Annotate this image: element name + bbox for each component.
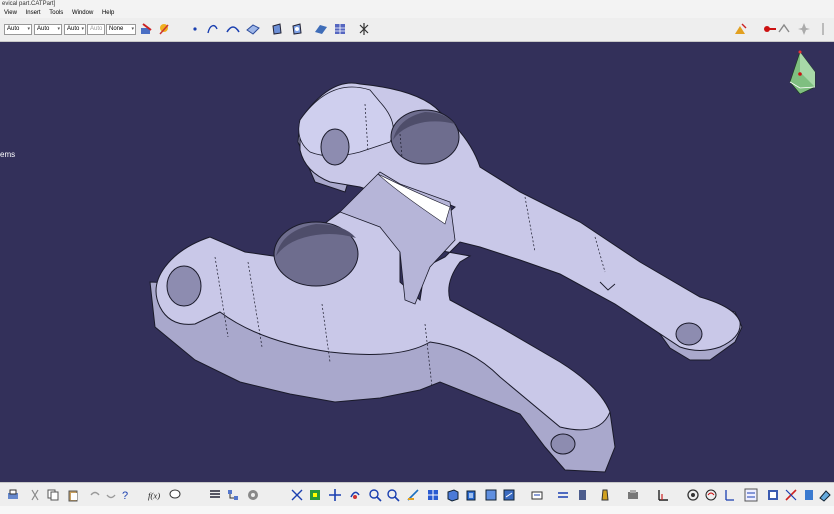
- layer-combo[interactable]: None ▾: [106, 24, 136, 35]
- compass-star-icon[interactable]: [797, 22, 811, 36]
- revolve-icon[interactable]: [290, 22, 304, 36]
- formula-icon[interactable]: f(x): [148, 488, 162, 502]
- list-icon[interactable]: [208, 488, 222, 502]
- refresh-icon[interactable]: [686, 488, 700, 502]
- knowledge-icon[interactable]: [357, 22, 371, 36]
- color-combo[interactable]: Auto ▾: [4, 24, 32, 35]
- normal-view-icon[interactable]: [406, 488, 420, 502]
- menu-tools[interactable]: Tools: [49, 10, 63, 16]
- tree-icon[interactable]: [226, 488, 240, 502]
- compass-icon[interactable]: [789, 50, 816, 95]
- edges-icon[interactable]: [484, 488, 498, 502]
- apply-material-icon[interactable]: [626, 488, 640, 502]
- status-bar: [0, 506, 834, 514]
- window-title: evical part.CATPart]: [0, 0, 834, 9]
- inertia-icon[interactable]: [598, 488, 612, 502]
- rotate-icon[interactable]: [348, 488, 362, 502]
- catalog-icon[interactable]: [802, 488, 816, 502]
- center-graph-icon[interactable]: [308, 488, 322, 502]
- measure-between-icon[interactable]: [556, 488, 570, 502]
- whats-this-icon[interactable]: ?: [120, 488, 134, 502]
- 3d-viewport[interactable]: ems: [0, 42, 834, 482]
- point-combo[interactable]: Auto: [87, 24, 105, 35]
- tools-icon[interactable]: [784, 488, 798, 502]
- key-icon[interactable]: [763, 22, 777, 36]
- curve-icon[interactable]: [226, 22, 240, 36]
- menu-help[interactable]: Help: [102, 10, 114, 16]
- cut-icon[interactable]: [28, 488, 42, 502]
- menu-insert[interactable]: Insert: [26, 10, 41, 16]
- paint-brush-icon[interactable]: [139, 22, 153, 36]
- linetype-combo[interactable]: Auto ▾: [34, 24, 62, 35]
- bottom-toolbar: ? f(x): [0, 482, 834, 506]
- shading-icon[interactable]: [464, 488, 478, 502]
- svg-text:?: ?: [122, 490, 128, 502]
- zoom-in-icon[interactable]: [368, 488, 382, 502]
- spline-icon[interactable]: [206, 22, 220, 36]
- copy-icon[interactable]: [46, 488, 60, 502]
- comment-icon[interactable]: [168, 488, 182, 502]
- measure-icon[interactable]: [777, 22, 791, 36]
- undo-icon[interactable]: [88, 488, 102, 502]
- menu-view[interactable]: View: [4, 10, 17, 16]
- menu-window[interactable]: Window: [72, 10, 93, 16]
- measure-item-icon[interactable]: [576, 488, 590, 502]
- print-icon[interactable]: [6, 488, 20, 502]
- part-geometry[interactable]: [0, 42, 834, 482]
- axis-system-icon[interactable]: [656, 488, 670, 502]
- redo-icon[interactable]: [104, 488, 118, 502]
- point-icon[interactable]: [188, 22, 202, 36]
- numbers-icon[interactable]: [744, 488, 758, 502]
- menu-bar: View Insert Tools Window Help: [0, 9, 834, 18]
- compass-axis-icon[interactable]: [722, 488, 736, 502]
- swap-space-icon[interactable]: [530, 488, 544, 502]
- extrude-icon[interactable]: [270, 22, 284, 36]
- layers-icon[interactable]: [766, 488, 780, 502]
- iso-view-icon[interactable]: [446, 488, 460, 502]
- ball-icon[interactable]: [704, 488, 718, 502]
- format-painter-icon[interactable]: [157, 22, 171, 36]
- svg-text:f(x): f(x): [148, 491, 160, 501]
- hide-show-icon[interactable]: [502, 488, 516, 502]
- paint-bucket-icon[interactable]: [733, 22, 747, 36]
- grip-icon[interactable]: [816, 22, 830, 36]
- pan-icon[interactable]: [328, 488, 342, 502]
- fit-all-icon[interactable]: [290, 488, 304, 502]
- eraser-icon[interactable]: [818, 488, 832, 502]
- gear-part-icon[interactable]: [246, 488, 260, 502]
- plane-icon[interactable]: [246, 22, 260, 36]
- paste-icon[interactable]: [66, 488, 80, 502]
- multi-view-icon[interactable]: [426, 488, 440, 502]
- sweep-icon[interactable]: [314, 22, 328, 36]
- zoom-out-icon[interactable]: [386, 488, 400, 502]
- thickness-combo[interactable]: Auto ▾: [64, 24, 86, 35]
- table-icon[interactable]: [333, 22, 347, 36]
- top-toolbar: Auto ▾ Auto ▾ Auto ▾ Auto None ▾: [0, 18, 834, 42]
